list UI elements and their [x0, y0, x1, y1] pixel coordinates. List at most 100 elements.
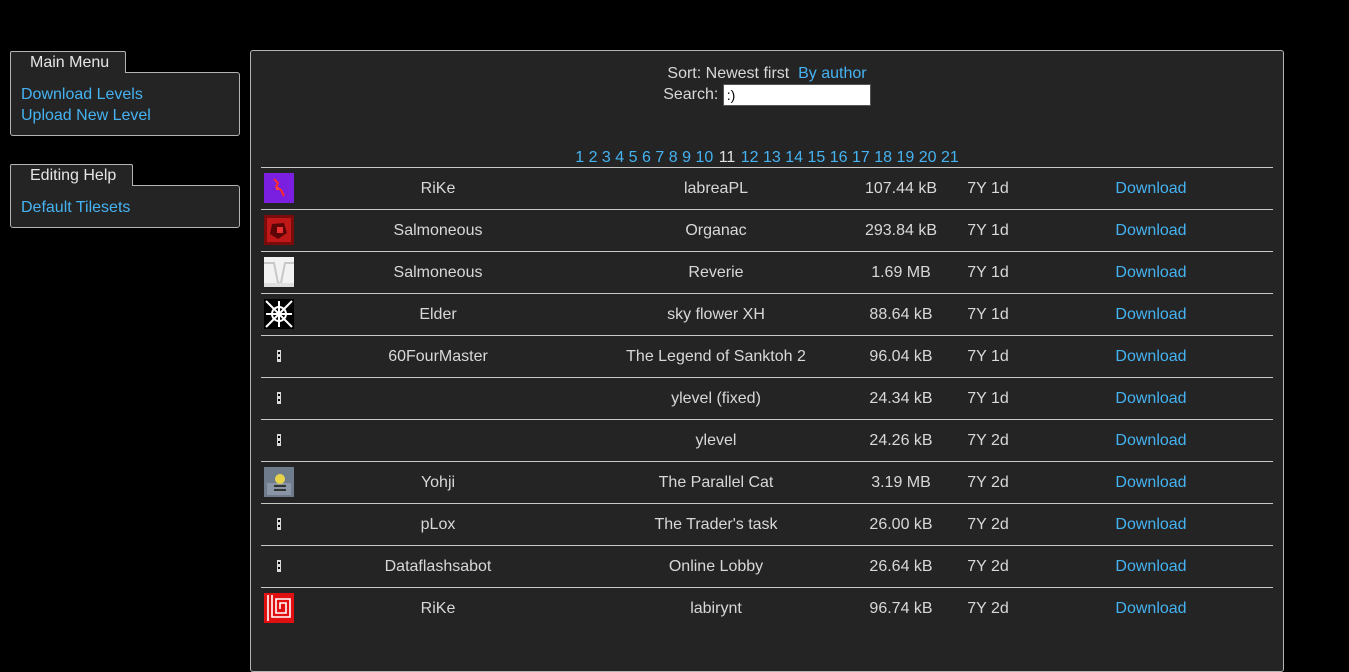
page-link-1[interactable]: 1 [575, 149, 584, 166]
download-link[interactable]: Download [1091, 431, 1211, 451]
download-link[interactable]: Download [1091, 599, 1211, 619]
default-thumb-icon[interactable] [264, 341, 294, 371]
level-age: 7Y 2d [967, 474, 1009, 491]
level-age: 7Y 1d [967, 180, 1009, 197]
level-author: pLox [420, 516, 456, 533]
pattern-thumb-icon[interactable] [264, 299, 294, 329]
level-title: Organac [685, 222, 747, 239]
table-row: Dataflashsabot Online Lobby 26.64 kB 7Y 2d D… [261, 545, 1273, 587]
level-size: 26.00 kB [869, 516, 933, 533]
level-size: 24.34 kB [869, 390, 933, 407]
search-input[interactable] [722, 84, 871, 106]
level-author: Yohji [420, 474, 456, 491]
page-link-2[interactable]: 2 [589, 149, 598, 166]
default-thumb-icon[interactable] [264, 425, 294, 455]
page-link-3[interactable]: 3 [602, 149, 611, 166]
level-age: 7Y 2d [967, 432, 1009, 449]
default-tilesets-link[interactable]: Default Tilesets [21, 197, 229, 218]
level-age: 7Y 2d [967, 558, 1009, 575]
level-age: 7Y 1d [967, 264, 1009, 281]
download-link[interactable]: Download [1091, 179, 1211, 199]
table-row: Salmoneous Reverie 1.69 MB 7Y 1d Download [261, 251, 1273, 293]
red-thumb-icon[interactable] [264, 215, 294, 245]
table-row: Yohji The Parallel Cat 3.19 MB 7Y 2d Downloa… [261, 461, 1273, 503]
level-age: 7Y 1d [967, 306, 1009, 323]
page-current: 11 [718, 149, 736, 166]
page-link-4[interactable]: 4 [615, 149, 624, 166]
table-row: 60FourMaster The Legend of Sanktoh 2 96.04… [261, 335, 1273, 377]
page-link-9[interactable]: 9 [682, 149, 691, 166]
download-link[interactable]: Download [1091, 347, 1211, 367]
page-link-15[interactable]: 15 [808, 149, 826, 166]
editing-help-box: Editing Help Default Tilesets [10, 164, 240, 228]
main-menu-title: Main Menu [10, 51, 127, 73]
default-thumb-icon[interactable] [264, 509, 294, 539]
level-size: 24.26 kB [869, 432, 933, 449]
level-author: RiKe [420, 600, 456, 617]
level-title: Reverie [688, 264, 744, 281]
page-link-10[interactable]: 10 [695, 149, 713, 166]
maze-thumb-icon[interactable] [264, 593, 294, 623]
level-title: The Parallel Cat [658, 474, 774, 491]
level-author: RiKe [420, 180, 456, 197]
editing-help-panel: Default Tilesets [10, 185, 240, 228]
page-link-21[interactable]: 21 [941, 149, 959, 166]
page-link-7[interactable]: 7 [655, 149, 664, 166]
page-link-14[interactable]: 14 [785, 149, 803, 166]
download-link[interactable]: Download [1091, 263, 1211, 283]
page-link-5[interactable]: 5 [629, 149, 638, 166]
download-link[interactable]: Download [1091, 515, 1211, 535]
level-author: Elder [419, 306, 457, 323]
level-size: 96.74 kB [869, 600, 933, 617]
main-menu-box: Main Menu Download Levels Upload New Lev… [10, 51, 240, 136]
level-size: 96.04 kB [869, 348, 933, 365]
page-link-6[interactable]: 6 [642, 149, 651, 166]
search-label: Search: [663, 86, 719, 104]
default-thumb-icon[interactable] [264, 551, 294, 581]
level-size: 293.84 kB [864, 222, 938, 239]
page-link-13[interactable]: 13 [763, 149, 781, 166]
level-size: 26.64 kB [869, 558, 933, 575]
level-title: sky flower XH [667, 306, 765, 323]
level-title: The Legend of Sanktoh 2 [626, 348, 806, 365]
level-list-panel: Sort: Newest first By author Search: 1 2… [250, 50, 1284, 672]
page-link-20[interactable]: 20 [919, 149, 937, 166]
level-age: 7Y 2d [967, 600, 1009, 617]
purple-thumb-icon[interactable] [264, 173, 294, 203]
default-thumb-icon[interactable] [264, 383, 294, 413]
white-thumb-icon[interactable] [264, 257, 294, 287]
level-age: 7Y 1d [967, 348, 1009, 365]
level-author: Salmoneous [393, 222, 483, 239]
search-bar: Search: [251, 84, 1283, 106]
page-link-18[interactable]: 18 [874, 149, 892, 166]
level-size: 1.69 MB [871, 264, 931, 281]
page-link-19[interactable]: 19 [897, 149, 915, 166]
table-row: pLox The Trader's task 26.00 kB 7Y 2d Downlo… [261, 503, 1273, 545]
page-link-8[interactable]: 8 [669, 149, 678, 166]
level-title: labreaPL [683, 180, 749, 197]
level-age: 7Y 1d [967, 222, 1009, 239]
level-author: Dataflashsabot [384, 558, 492, 575]
upload-new-level-link[interactable]: Upload New Level [21, 105, 229, 126]
level-title: ylevel [695, 432, 737, 449]
level-age: 7Y 1d [967, 390, 1009, 407]
download-link[interactable]: Download [1091, 473, 1211, 493]
table-row: RiKe labreaPL 107.44 kB 7Y 1d Download [261, 167, 1273, 209]
sort-label: Sort: [667, 65, 702, 82]
sort-by-author-link[interactable]: By author [798, 65, 866, 82]
pagination: 1 2 3 4 5 6 7 8 9 10 11 12 13 14 15 16 1… [251, 149, 1283, 167]
table-row: Elder sky flower XH 88.64 kB 7Y 1d Download [261, 293, 1273, 335]
cat-thumb-icon[interactable] [264, 467, 294, 497]
table-row: ylevel 24.26 kB 7Y 2d Download [261, 419, 1273, 461]
level-title: Online Lobby [668, 558, 764, 575]
download-link[interactable]: Download [1091, 305, 1211, 325]
download-link[interactable]: Download [1091, 557, 1211, 577]
level-title: ylevel (fixed) [671, 390, 761, 407]
page-link-12[interactable]: 12 [741, 149, 759, 166]
page-link-16[interactable]: 16 [830, 149, 848, 166]
download-link[interactable]: Download [1091, 221, 1211, 241]
download-link[interactable]: Download [1091, 389, 1211, 409]
table-row: ylevel (fixed) 24.34 kB 7Y 1d Download [261, 377, 1273, 419]
page-link-17[interactable]: 17 [852, 149, 870, 166]
download-levels-link[interactable]: Download Levels [21, 84, 229, 105]
